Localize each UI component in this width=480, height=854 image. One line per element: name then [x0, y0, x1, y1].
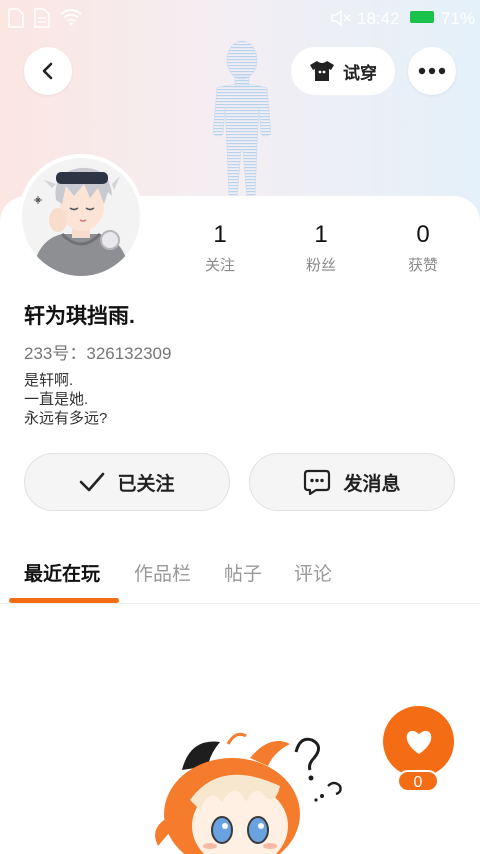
battery-percent: 71%: [441, 9, 476, 28]
stat-label: 获赞: [407, 257, 438, 274]
tab-works[interactable]: 作品栏: [134, 559, 191, 586]
bio-line: 永远有多远?: [24, 410, 108, 427]
stat-following[interactable]: 1 关注: [170, 220, 270, 275]
document-icon: [34, 8, 50, 28]
like-button[interactable]: [383, 706, 454, 777]
empty-state-mascot: [155, 732, 342, 854]
stat-followers[interactable]: 1 粉丝: [271, 220, 371, 275]
stat-likes-received[interactable]: 0 获赞: [373, 220, 473, 275]
back-button[interactable]: [24, 47, 72, 95]
avatar-3d-figure: [212, 40, 272, 198]
document-icon: [8, 8, 24, 28]
battery-icon: [410, 11, 434, 23]
bio-line: 是轩啊.: [24, 372, 74, 389]
bio: 是轩啊. 一直是她. 永远有多远?: [24, 371, 107, 428]
stat-value: 1: [213, 221, 227, 248]
status-time: 18:42: [357, 9, 400, 28]
like-count: 0: [397, 770, 439, 792]
chevron-left-icon: [42, 62, 53, 80]
stat-label: 粉丝: [305, 257, 336, 274]
user-id[interactable]: 233号：326132309: [24, 339, 171, 364]
wifi-icon: [60, 9, 82, 26]
username: 轩为琪挡雨.: [24, 305, 135, 328]
bio-line: 一直是她.: [24, 391, 89, 408]
tab-recently-played[interactable]: 最近在玩: [24, 559, 100, 586]
followed-label: 已关注: [117, 473, 175, 495]
more-button[interactable]: [408, 47, 456, 95]
tab-divider: [0, 603, 480, 604]
send-message-label: 发消息: [343, 473, 401, 495]
more-horizontal-icon: [418, 67, 446, 75]
profile-tabs: 最近在玩 作品栏 帖子 评论: [0, 555, 480, 603]
tshirt-icon: [310, 61, 334, 81]
followed-button[interactable]: 已关注: [24, 453, 230, 511]
avatar[interactable]: [22, 158, 140, 276]
stat-label: 关注: [204, 257, 235, 274]
stat-value: 1: [314, 221, 328, 248]
tab-comments[interactable]: 评论: [294, 559, 332, 586]
stat-value: 0: [416, 221, 430, 248]
try-on-button[interactable]: 试穿: [291, 47, 395, 95]
message-icon: [304, 469, 331, 496]
heart-icon: [406, 730, 431, 754]
tab-posts[interactable]: 帖子: [224, 559, 262, 586]
status-bar: 18:42 71%: [0, 0, 480, 38]
profile-stats: 1 关注 1 粉丝 0 获赞: [170, 220, 470, 276]
checkmark-icon: [80, 472, 105, 492]
try-on-label: 试穿: [343, 63, 377, 83]
mute-icon: [331, 10, 351, 26]
send-message-button[interactable]: 发消息: [249, 453, 455, 511]
avatar-image: [22, 158, 140, 276]
